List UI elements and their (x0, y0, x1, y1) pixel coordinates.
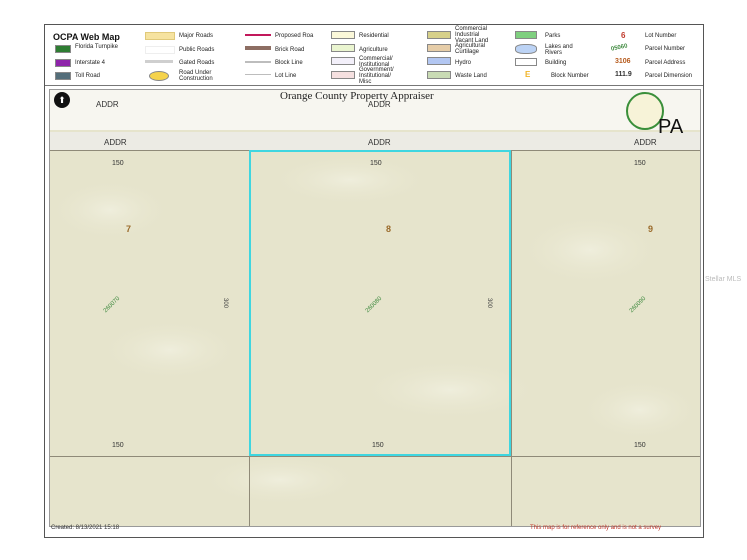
lot-9-bottom-dimension: 150 (634, 442, 646, 449)
legend-label: Agricultural Curtilage (455, 43, 486, 55)
block-number-icon: E (525, 70, 531, 79)
legend-label: Lot Number (645, 33, 677, 39)
legend-label: Hydro (455, 60, 472, 66)
legend-label: Public Roads (179, 47, 215, 53)
lot-7-number[interactable]: 7 (126, 224, 131, 234)
agriculture-swatch (331, 44, 355, 52)
map-legend: OCPA Web Map Florida Turnpike Interstate… (45, 25, 703, 86)
road-label: ADDR (96, 100, 119, 109)
legend-label: Proposed Roa (275, 33, 314, 39)
legend-label: Agriculture (359, 47, 388, 53)
toll-road-swatch (55, 72, 71, 80)
block-line-swatch (245, 61, 271, 63)
legend-label: Block Number (551, 73, 589, 79)
legend-label: Lakes and Rivers (545, 44, 573, 56)
map-canvas[interactable]: ⬆ Orange County Property Appraiser PA AD… (49, 89, 701, 527)
road-label: ADDR (634, 138, 657, 147)
selected-parcel-outline[interactable] (249, 150, 511, 456)
lot-number-sample: 6 (621, 31, 626, 40)
florida-turnpike-swatch (55, 45, 71, 53)
road-label: ADDR (368, 100, 391, 109)
waste-land-swatch (427, 71, 451, 79)
legend-label: Gated Roads (179, 60, 215, 66)
map-title: Orange County Property Appraiser (280, 90, 434, 102)
government-swatch (331, 71, 355, 79)
legend-label: Lot Line (275, 73, 297, 79)
pa-label: PA (658, 116, 684, 138)
legend-label: Waste Land (455, 73, 487, 79)
map-disclaimer: This map is for reference only and is no… (530, 525, 662, 531)
legend-label: Interstate 4 (75, 60, 106, 66)
commercial-swatch (331, 57, 355, 65)
curtilage-swatch (427, 44, 451, 52)
legend-label: Block Line (275, 60, 303, 66)
legend-label: Major Roads (179, 33, 214, 39)
legend-label: Brick Road (275, 47, 305, 53)
legend-label: Government/ Institutional/ Misc (359, 67, 394, 85)
building-swatch (515, 58, 537, 66)
legend-label: Toll Road (75, 73, 101, 79)
legend-label: Florida Turnpike (75, 44, 119, 50)
road-label: ADDR (104, 138, 127, 147)
legend-label: Parcel Address (645, 60, 686, 66)
legend-label: Parcel Dimension (645, 73, 693, 79)
legend-label: Parcel Number (645, 46, 686, 52)
lot-9-top-dimension: 150 (634, 160, 646, 167)
watermark: Stellar MLS (705, 276, 742, 283)
construction-icon (149, 71, 169, 81)
lot-9-number[interactable]: 9 (648, 224, 653, 234)
road-label: ADDR (368, 138, 391, 147)
public-roads-swatch (145, 46, 175, 54)
legend-label: Road Under Construction (179, 70, 213, 82)
created-timestamp: Created: 8/13/2021 15:18 (51, 525, 120, 531)
parks-icon (515, 31, 537, 39)
lot-7-side-dimension: 300 (222, 297, 229, 309)
major-roads-swatch (145, 32, 175, 40)
lot-line (511, 150, 512, 526)
parcel-address-sample: 3106 (615, 58, 631, 65)
parcel-number-sample: 05060 (610, 43, 629, 53)
legend-label: Building (545, 60, 567, 66)
gated-roads-swatch (145, 60, 173, 63)
lakes-rivers-swatch (515, 44, 537, 54)
legend-title: OCPA Web Map (53, 32, 120, 42)
residential-swatch (331, 31, 355, 39)
brick-road-swatch (245, 46, 271, 50)
vacant-land-swatch (427, 31, 451, 39)
interstate-swatch (55, 59, 71, 67)
map-frame: OCPA Web Map Florida Turnpike Interstate… (44, 24, 704, 538)
parcel-dimension-sample: 111.9 (615, 71, 632, 78)
hydro-swatch (427, 57, 451, 65)
proposed-road-swatch (245, 34, 271, 36)
lot-line-swatch (245, 74, 271, 75)
legend-label: Commercial Industrial Vacant Land (455, 26, 489, 44)
legend-label: Residential (359, 33, 389, 39)
lot-7-top-dimension: 150 (112, 160, 124, 167)
north-arrow-icon: ⬆ (54, 92, 70, 108)
lot-line (50, 456, 700, 457)
lot-7-bottom-dimension: 150 (112, 442, 124, 449)
legend-label: Parks (545, 33, 561, 39)
